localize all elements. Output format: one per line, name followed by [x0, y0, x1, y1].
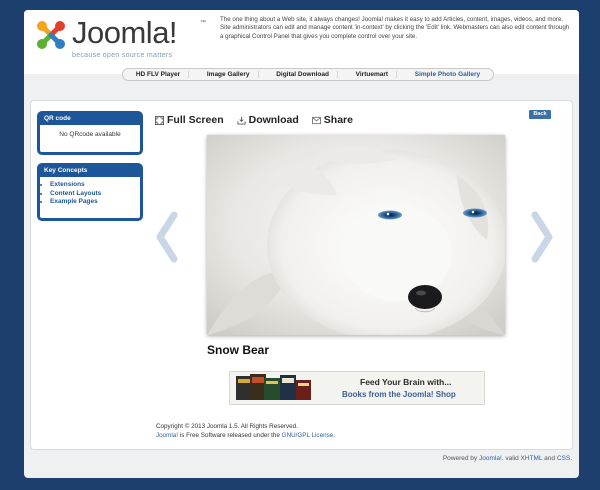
logo-wordmark: Joomla!: [72, 15, 178, 50]
footer-valid-text: . valid: [501, 455, 521, 462]
share-label: Share: [323, 114, 353, 126]
share-icon: [311, 116, 321, 124]
header-intro-text: The one thing about a Web site, it alway…: [220, 16, 570, 40]
chevron-right-icon[interactable]: [529, 211, 557, 263]
arctic-fox-image: [207, 135, 505, 335]
fullscreen-button[interactable]: Full Screen: [155, 113, 224, 127]
banner-headline: Feed Your Brain with...: [360, 377, 452, 387]
footer-prefix: Powered by: [442, 455, 479, 462]
joomla-logo-icon: [37, 21, 65, 49]
qr-module-body: No QRcode available: [59, 131, 121, 138]
logo-tagline: because open source matters: [72, 52, 173, 59]
top-nav: HD FLV Player Image Gallery Digital Down…: [122, 68, 494, 81]
site-logo[interactable]: Joomla! ™ because open source matters: [32, 16, 207, 66]
gallery-photo[interactable]: [207, 135, 505, 335]
joomla-link[interactable]: Joomla!: [156, 432, 178, 439]
key-concepts-title: Key Concepts: [40, 166, 140, 177]
license-line: Joomla! is Free Software released under …: [156, 432, 335, 441]
main-content: QR code No QRcode available Key Concepts…: [30, 100, 573, 450]
license-text: is Free Software released under the: [178, 431, 282, 439]
qr-module-title: QR code: [40, 114, 140, 125]
nav-item-image-gallery[interactable]: Image Gallery: [199, 71, 259, 78]
page-container: Joomla! ™ because open source matters Th…: [24, 10, 579, 478]
gpl-license-link[interactable]: GNU/GPL License: [282, 432, 334, 439]
key-concepts-module: Key Concepts Extensions Content Layouts …: [37, 163, 143, 221]
copyright-block: Copyright © 2013 Joomla 1.5. All Rights …: [156, 423, 335, 440]
nav-item-simple-photo-gallery[interactable]: Simple Photo Gallery: [407, 71, 488, 78]
banner-subline: Books from the Joomla! Shop: [342, 390, 456, 399]
logo-trademark: ™: [200, 20, 206, 26]
key-concepts-link-content-layouts[interactable]: Content Layouts: [50, 190, 140, 199]
books-image: [236, 374, 311, 400]
nav-item-hd-flv-player[interactable]: HD FLV Player: [128, 71, 190, 78]
site-header: Joomla! ™ because open source matters Th…: [24, 10, 579, 74]
copyright-line: Copyright © 2013 Joomla 1.5. All Rights …: [156, 423, 298, 430]
share-button[interactable]: Share: [311, 113, 353, 127]
chevron-left-icon[interactable]: [152, 211, 180, 263]
key-concepts-link-example-pages[interactable]: Example Pages: [50, 198, 140, 207]
footer-and-text: and: [542, 455, 557, 462]
download-button[interactable]: Download: [237, 113, 299, 127]
fullscreen-icon: [155, 115, 164, 125]
qr-code-module: QR code No QRcode available: [37, 111, 143, 155]
nav-item-digital-download[interactable]: Digital Download: [268, 71, 338, 78]
nav-item-virtuemart[interactable]: Virtuemart: [348, 71, 398, 78]
footer-end: .: [570, 455, 572, 462]
photo-caption: Snow Bear: [207, 343, 270, 357]
site-footer: Powered by Joomla!. valid XHTML and CSS.: [24, 455, 572, 462]
footer-css-link[interactable]: CSS: [557, 455, 570, 462]
key-concepts-link-extensions[interactable]: Extensions: [50, 181, 140, 190]
key-concepts-list: Extensions Content Layouts Example Pages: [40, 181, 140, 207]
footer-xhtml-link[interactable]: XHTML: [521, 455, 543, 462]
gallery-toolbar: Full Screen Download Share: [155, 113, 353, 127]
fullscreen-label: Full Screen: [167, 114, 224, 126]
download-icon: [237, 116, 246, 125]
download-label: Download: [248, 114, 299, 126]
back-button[interactable]: Back: [529, 110, 551, 119]
license-text-end: .: [333, 431, 335, 439]
footer-joomla-link[interactable]: Joomla!: [479, 455, 502, 462]
joomla-shop-banner[interactable]: Feed Your Brain with... Books from the J…: [229, 371, 485, 405]
